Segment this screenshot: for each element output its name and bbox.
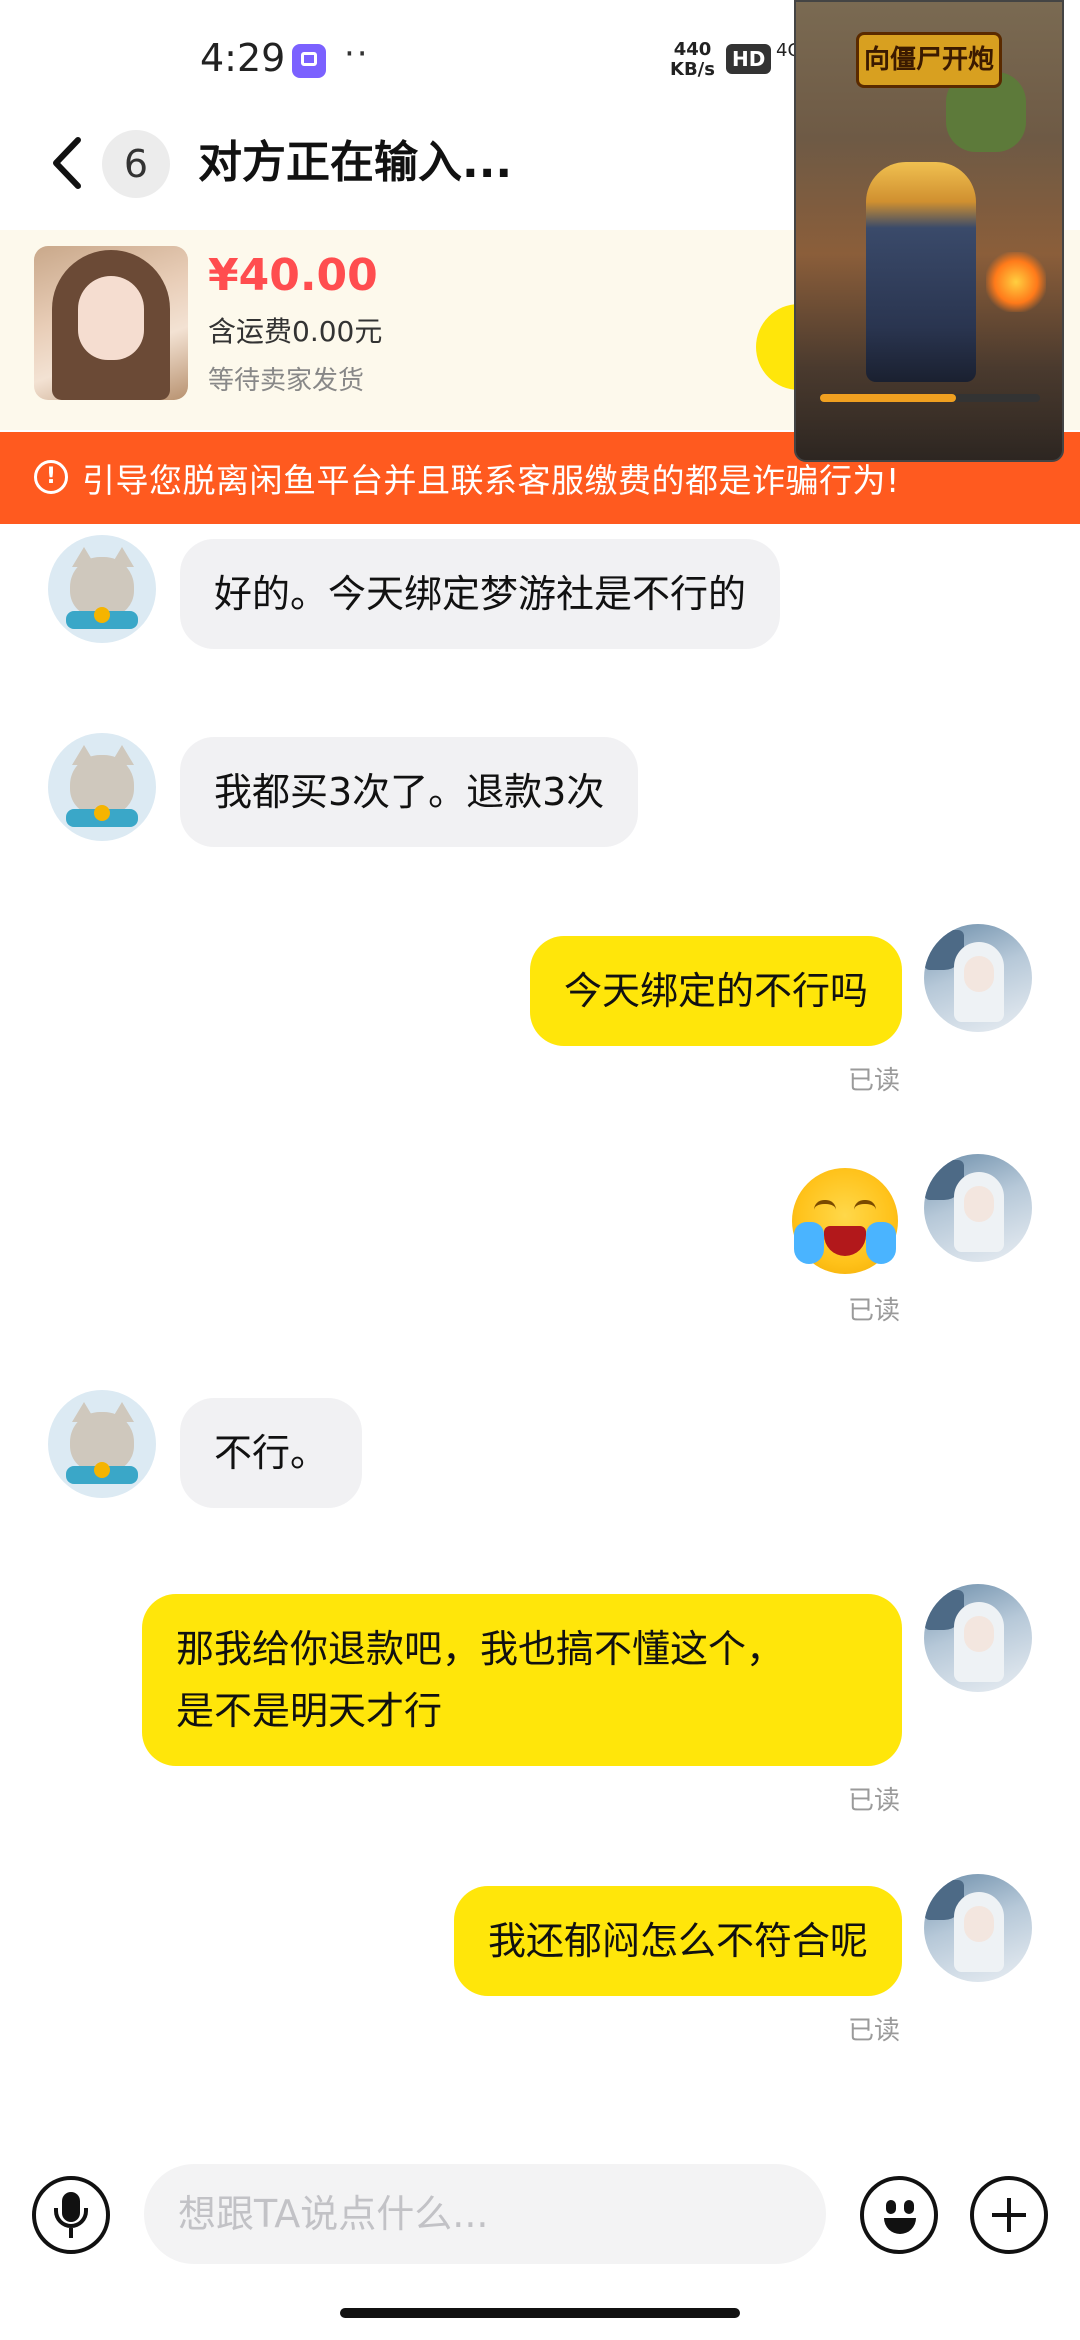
warning-icon: !	[34, 460, 68, 494]
message-bubble[interactable]: 我都买3次了。退款3次	[180, 737, 639, 847]
game-fire	[986, 252, 1046, 312]
home-indicator[interactable]	[340, 2308, 740, 2318]
plus-icon[interactable]	[970, 2176, 1048, 2254]
status-more-dots: ··	[344, 34, 370, 74]
crying-laugh-emoji-icon[interactable]	[792, 1168, 898, 1274]
message-row: 我都买3次了。退款3次	[0, 733, 1080, 849]
message-bubble[interactable]: 那我给你退款吧，我也搞不懂这个，是不是明天才行	[142, 1594, 902, 1766]
seller-avatar[interactable]	[48, 1390, 156, 1498]
message-row: 已读	[0, 1154, 1080, 1326]
network-speed-value: 440	[673, 39, 712, 60]
product-shipping: 含运费0.00元	[208, 315, 383, 348]
product-price: ¥40.00	[208, 250, 378, 301]
game-logo: 向僵尸开炮	[856, 32, 1002, 88]
network-speed: 440 KB/s	[670, 40, 715, 80]
seller-avatar[interactable]	[48, 733, 156, 841]
read-receipt: 已读	[847, 2016, 900, 2046]
network-speed-unit: KB/s	[670, 59, 715, 80]
message-row: 好的。今天绑定梦游社是不行的	[0, 535, 1080, 651]
floating-game-video[interactable]: 向僵尸开炮	[794, 0, 1064, 462]
read-receipt: 已读	[847, 1066, 900, 1096]
product-thumbnail[interactable]	[34, 246, 188, 400]
game-hero	[866, 162, 976, 382]
buyer-avatar[interactable]	[924, 1154, 1032, 1262]
game-progress-fill	[820, 394, 957, 402]
message-row: 那我给你退款吧，我也搞不懂这个，是不是明天才行 已读	[0, 1584, 1080, 1816]
message-input[interactable]	[144, 2164, 826, 2264]
back-icon[interactable]	[44, 128, 94, 198]
microphone-icon[interactable]	[32, 2176, 110, 2254]
buyer-avatar[interactable]	[924, 1874, 1032, 1982]
read-receipt: 已读	[847, 1786, 900, 1816]
message-row: 不行。	[0, 1390, 1080, 1508]
emoji-icon[interactable]	[860, 2176, 938, 2254]
seller-avatar[interactable]	[48, 535, 156, 643]
buyer-avatar[interactable]	[924, 924, 1032, 1032]
buyer-avatar[interactable]	[924, 1584, 1032, 1692]
message-row: 今天绑定的不行吗 已读	[0, 924, 1080, 1096]
input-bar	[0, 2150, 1080, 2280]
status-time: 4:29	[200, 36, 286, 80]
message-bubble[interactable]: 我还郁闷怎么不符合呢	[453, 1886, 902, 1996]
app-notification-icon	[292, 44, 326, 78]
chat-title: 对方正在输入...	[198, 137, 513, 188]
order-status: 等待卖家发货	[208, 366, 365, 396]
message-bubble[interactable]: 今天绑定的不行吗	[529, 936, 902, 1046]
message-bubble[interactable]: 不行。	[180, 1398, 363, 1508]
hd-voice-icon: HD	[726, 44, 772, 74]
message-bubble[interactable]: 好的。今天绑定梦游社是不行的	[180, 539, 781, 649]
unread-count-badge: 6	[102, 130, 170, 198]
game-progress-bar	[820, 394, 1040, 402]
fraud-warning-text: 引导您脱离闲鱼平台并且联系客服缴费的都是诈骗行为!	[82, 461, 900, 500]
read-receipt: 已读	[847, 1296, 900, 1326]
message-row: 我还郁闷怎么不符合呢 已读	[0, 1874, 1080, 2046]
